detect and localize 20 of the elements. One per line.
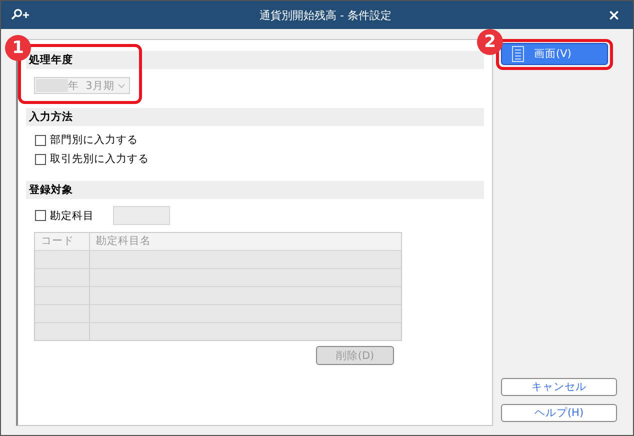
column-header: 勘定科目名 [95, 234, 152, 249]
column-header: コード [35, 233, 90, 250]
section-header: 登録対象 [26, 181, 484, 199]
section-header: 処理年度 [26, 51, 484, 69]
checkbox[interactable]: 部門別に入力する [35, 132, 138, 148]
chevron-icon [118, 84, 125, 88]
redaction-block [36, 79, 68, 92]
cancel-button[interactable]: キャンセル [501, 378, 617, 396]
close-button[interactable]: × [601, 6, 627, 24]
section-header: 入力方法 [26, 108, 484, 126]
view-button[interactable]: 画面(V) [501, 43, 608, 65]
account-field[interactable] [113, 206, 170, 225]
year-value: 年 3月期 [68, 78, 116, 92]
search-plus-icon[interactable] [10, 8, 30, 22]
step-badge: 2 [477, 29, 503, 55]
window-title: 通貨別開始残高 - 条件設定 [258, 8, 392, 22]
checkbox[interactable]: 取引先別に入力する [35, 151, 149, 167]
checkbox[interactable]: 勘定科目 [35, 208, 94, 224]
document-icon [512, 46, 524, 62]
help-button[interactable]: ヘルプ(H) [501, 404, 617, 422]
